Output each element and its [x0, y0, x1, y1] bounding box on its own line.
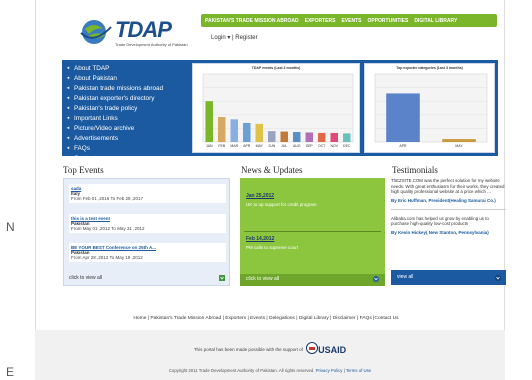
tdap-logo[interactable]: TDAP Trade Development Authority of Paki…	[79, 17, 189, 47]
events-chart-svg: JAN FEB MAR APR MAY JUN JUL AUG SEP OCT NOV DEC	[202, 73, 354, 148]
testimonials-title: Testimonials	[392, 165, 438, 175]
x-tick-label: APR	[243, 144, 251, 148]
testimonial-text: ThEZSITE.COM was the perfect solution fo…	[391, 178, 505, 195]
side-glyph-n: N	[6, 220, 15, 234]
side-glyph-e: E	[6, 365, 15, 379]
x-tick-label: MAY	[455, 144, 463, 148]
bar-may	[255, 123, 263, 142]
x-tick-label: AUG	[293, 144, 301, 148]
footer-links[interactable]: Home | Pakistan's Trade Mission Abroad |…	[0, 316, 532, 321]
x-tick-label: MAR	[230, 144, 238, 148]
events-down-icon[interactable]	[219, 275, 225, 281]
news-view-all[interactable]: click to view all	[246, 276, 279, 282]
x-tick-label: NOV	[330, 144, 338, 148]
events-view-all[interactable]: click to view all	[69, 275, 102, 281]
x-tick-label: DEC	[343, 144, 351, 148]
menu-advertisements[interactable]: Advertisements	[66, 133, 163, 143]
x-tick-label: JUL	[281, 144, 287, 148]
menu-important-links[interactable]: Important Links	[66, 113, 163, 123]
bar-nov	[330, 132, 338, 142]
footer: This portal has been made possible with …	[35, 330, 505, 380]
bar-aug	[293, 132, 301, 142]
menu-about-tdap[interactable]: About TDAP	[66, 63, 163, 73]
top-events-title: Top Events	[63, 165, 104, 175]
bar-jun	[268, 131, 276, 142]
globe-icon	[80, 20, 112, 44]
page-container: TDAP Trade Development Authority of Paki…	[35, 0, 506, 380]
bar-oct	[318, 132, 326, 142]
event-dates: From Feb 01 ,2016 To Feb 28 ,2017	[71, 196, 143, 201]
x-tick-label: SEP	[306, 144, 314, 148]
logo-subtitle: Trade Development Authority of Pakistan	[115, 42, 188, 47]
exporter-chart: Top exporter categories (Last 3 months) …	[364, 63, 495, 153]
bar-sep	[305, 132, 313, 142]
bar-jul	[280, 131, 288, 142]
support-text: This portal has been made possible with …	[193, 347, 303, 352]
menu-about-pakistan[interactable]: About Pakistan	[66, 73, 163, 83]
testimonials-panel: ThEZSITE.COM was the perfect solution fo…	[391, 178, 506, 235]
testimonial-author: By Kevin Hickey( New Stanton, Pennsylvan…	[391, 229, 489, 235]
testimonial-text: Alibaba.com has helped us grow by enabli…	[391, 215, 489, 227]
event-item[interactable]: sada Italy From Feb 01 ,2016 To Feb 28 ,…	[69, 184, 226, 203]
testimonial-author: By Eric Huffman, President(Healing Samur…	[391, 197, 496, 203]
news-panel: Jan 25,2012 UK to up support for credit …	[240, 178, 385, 286]
x-tick-label: JUN	[268, 144, 275, 148]
event-item[interactable]: BE YOUR BEST Conference on 25th A... Pak…	[69, 243, 226, 262]
top-nav: PAKISTAN'S TRADE MISSION ABROAD EXPORTER…	[201, 14, 497, 27]
events-chart: TDAP events (Last 3 months) JAN FEB MAR APR…	[192, 63, 360, 153]
exporter-chart-svg: APR MAY	[374, 73, 488, 148]
usaid-seal-icon	[306, 342, 319, 354]
news-text: PM calls to supreme court	[246, 245, 299, 250]
nav-exporters[interactable]: EXPORTERS	[305, 18, 336, 24]
usaid-logo-text: USAID	[318, 345, 347, 355]
x-tick-label: OCT	[318, 144, 326, 148]
bar-feb	[218, 117, 226, 142]
terms-of-use-link[interactable]: Terms of Use	[346, 368, 371, 373]
menu-faqs[interactable]: FAQs	[66, 143, 163, 153]
login-register[interactable]: Login ▾ | Register	[211, 34, 258, 41]
privacy-policy-link[interactable]: Privacy Policy	[316, 368, 343, 373]
nav-digital-library[interactable]: DIGITAL LIBRARY	[414, 18, 457, 24]
x-tick-label: JAN	[206, 144, 213, 148]
testimonial-divider	[391, 208, 506, 210]
menu-picture-video[interactable]: Picture/Video archive	[66, 123, 163, 133]
news-date[interactable]: Feb 14,2012	[246, 236, 274, 242]
bar-apr	[386, 93, 420, 142]
main-banner: About TDAP About Pakistan Pakistan trade…	[62, 60, 498, 162]
bar-apr	[243, 122, 251, 142]
news-date[interactable]: Jan 25,2012	[246, 193, 274, 199]
logo-text: TDAP	[115, 17, 172, 42]
nav-trade-mission[interactable]: PAKISTAN'S TRADE MISSION ABROAD	[205, 18, 299, 24]
copyright-line: Copyright 2011 Trade Development Authori…	[168, 368, 372, 373]
news-text: UK to up support for credit program	[246, 202, 317, 207]
x-tick-label: APR	[399, 144, 407, 148]
nav-events[interactable]: EVENTS	[341, 18, 361, 24]
news-updates-title: News & Updates	[241, 165, 303, 175]
bar-mar	[230, 119, 238, 142]
menu-contact-us[interactable]: Contact us	[66, 153, 163, 163]
x-tick-label: MAY	[256, 144, 264, 148]
event-dates: From May 01 ,2012 To May 31 ,2012	[71, 226, 145, 231]
support-line: This portal has been made possible with …	[35, 342, 505, 355]
menu-trade-missions[interactable]: Pakistan trade missions abroad	[66, 83, 163, 93]
events-panel: sada Italy From Feb 01 ,2016 To Feb 28 ,…	[63, 178, 230, 286]
nav-opportunities[interactable]: OPPORTUNITIES	[367, 18, 408, 24]
testimonials-view-all[interactable]: view all	[397, 274, 413, 280]
event-dates: From Apr 28 ,2012 To May 19 ,2012	[71, 255, 143, 260]
x-tick-label: FEB	[218, 144, 225, 148]
copyright-text: Copyright 2011 Trade Development Authori…	[168, 368, 315, 373]
menu-trade-policy[interactable]: Pakistan's trade policy	[66, 103, 163, 113]
bar-may	[442, 139, 476, 142]
news-down-icon[interactable]	[373, 276, 379, 282]
bar-jan	[205, 101, 213, 142]
menu-exporters-directory[interactable]: Pakistan exporter's directory	[66, 93, 163, 103]
testimonials-down-icon[interactable]	[495, 275, 501, 281]
bar-dec	[343, 133, 351, 142]
news-divider	[244, 231, 381, 232]
testimonials-view-all-bar[interactable]: view all	[391, 270, 506, 285]
event-item[interactable]: this is a test event Pakistan From May 0…	[69, 214, 226, 233]
side-menu: About TDAP About Pakistan Pakistan trade…	[66, 63, 163, 163]
